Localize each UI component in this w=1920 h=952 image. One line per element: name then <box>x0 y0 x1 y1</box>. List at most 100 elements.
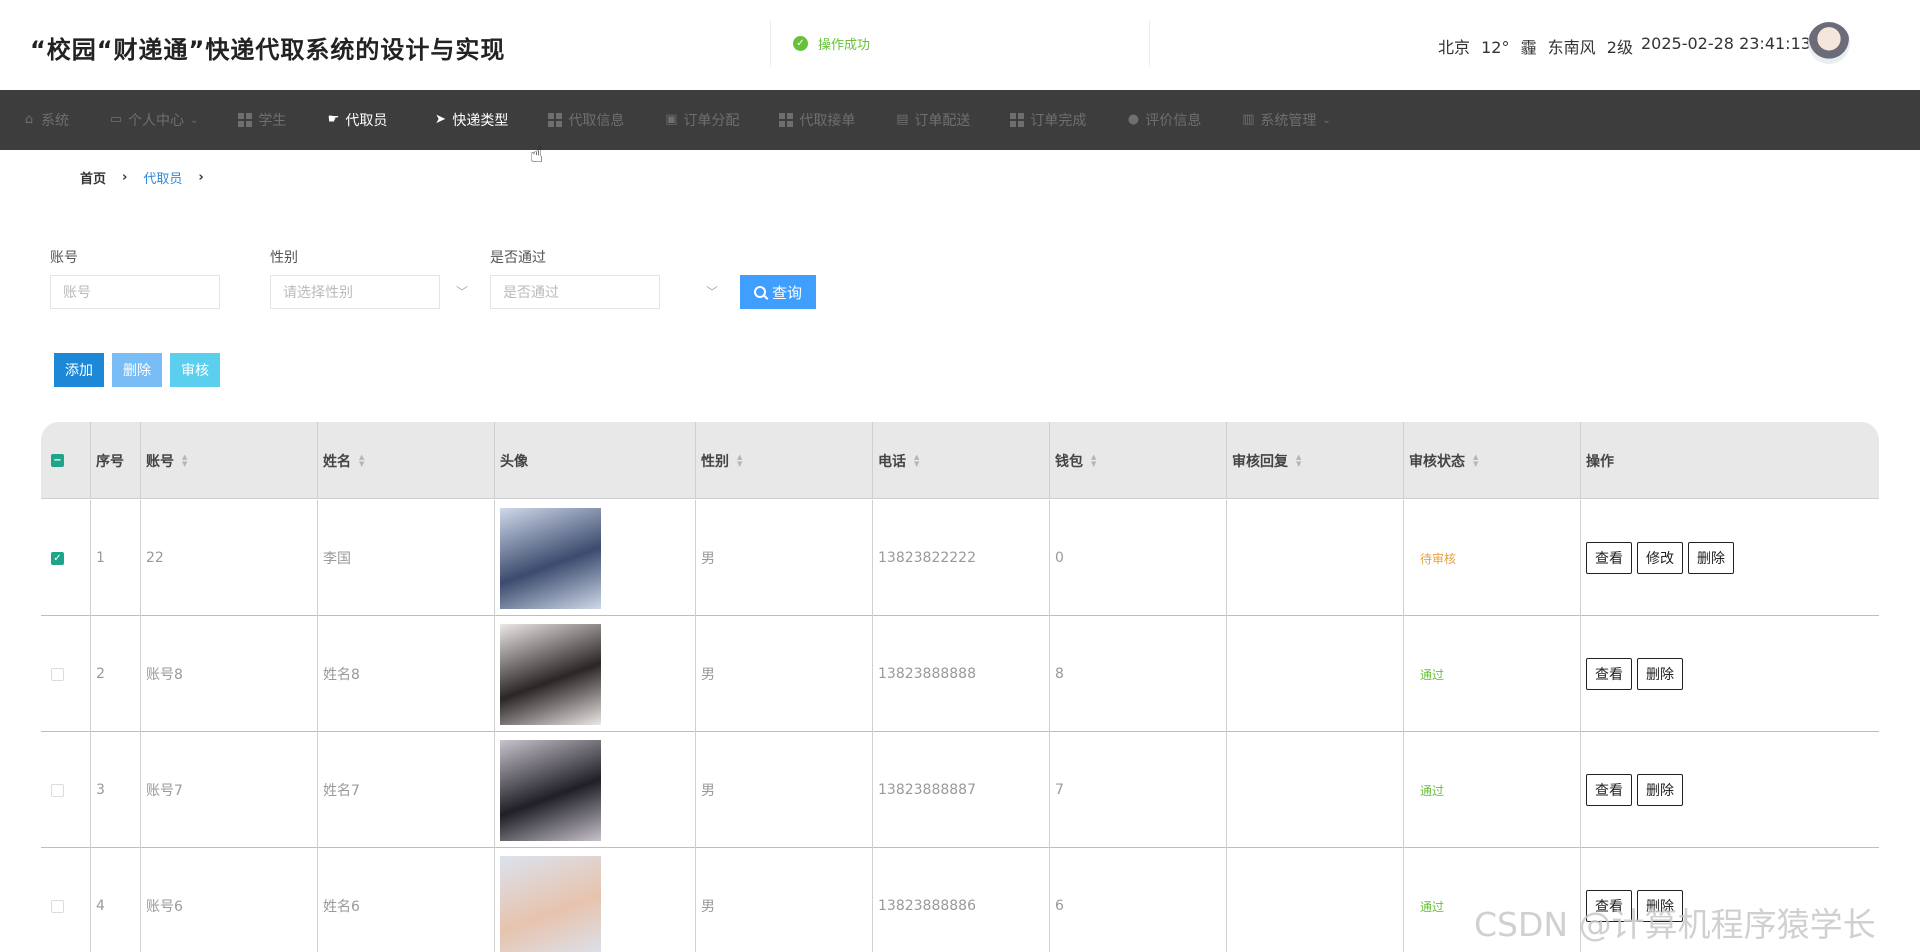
row-action-button[interactable]: 删除 <box>1688 542 1734 574</box>
nav-item-3[interactable]: ☛ 代取员 <box>326 90 388 150</box>
column-header-label: 钱包 <box>1055 453 1083 470</box>
nav-item-4[interactable]: ➤ 快递类型 <box>433 90 508 150</box>
avatar-photo[interactable] <box>500 739 601 841</box>
review-button[interactable]: 审核 <box>170 353 220 387</box>
nav-item-label: 学生 <box>258 113 287 129</box>
nav-item-8[interactable]: ▤ 订单配送 <box>895 90 970 150</box>
row-wallet: 8 <box>1055 666 1064 682</box>
row-checkbox[interactable] <box>51 899 64 913</box>
table-cell <box>1226 616 1403 732</box>
nav-item-5[interactable]: 代取信息 <box>548 90 624 150</box>
table-row: ✓ 1 22 李国 男 13823822222 0 待审核 查看 修改 删除 <box>41 500 1879 616</box>
nav-item-label: 个人中心 <box>128 113 184 129</box>
row-index: 4 <box>96 898 105 914</box>
home-icon: ⌂ <box>24 112 34 127</box>
row-action-button[interactable]: 查看 <box>1586 774 1632 806</box>
grid-icon <box>548 113 563 127</box>
column-header[interactable]: 审核回复 ▲ ▼ <box>1226 422 1403 499</box>
chevron-down-icon[interactable]: ﹀ <box>706 283 718 300</box>
add-button[interactable]: 添加 <box>54 353 104 387</box>
breadcrumb-current[interactable]: 代取员 <box>143 168 182 187</box>
column-header-label: 审核回复 <box>1232 453 1288 470</box>
table-row: 2 账号8 姓名8 男 13823888888 8 通过 查看 删除 <box>41 616 1879 732</box>
bar-chart-icon: ▥ <box>1242 112 1255 127</box>
nav-item-9[interactable]: 订单完成 <box>1010 90 1086 150</box>
row-gender: 男 <box>701 667 715 683</box>
file-icon: ▣ <box>665 112 678 127</box>
column-header[interactable]: 账号 ▲ ▼ <box>140 422 317 499</box>
row-gender: 男 <box>701 551 715 567</box>
table-cell: 姓名7 <box>317 732 494 848</box>
table-cell <box>41 616 90 732</box>
column-header-label: 操作 <box>1586 453 1614 470</box>
breadcrumb-home[interactable]: 首页 <box>80 168 106 187</box>
row-checkbox[interactable] <box>51 783 64 797</box>
chevron-down-icon: ⌄ <box>1322 114 1331 126</box>
current-datetime: 2025-02-28 23:41:13 <box>1641 34 1811 53</box>
column-header[interactable]: 审核状态 ▲ ▼ <box>1403 422 1580 499</box>
avatar-photo[interactable] <box>500 855 601 952</box>
row-wallet: 6 <box>1055 898 1064 914</box>
nav-item-label: 订单完成 <box>1030 113 1087 129</box>
row-action-button[interactable]: 查看 <box>1586 542 1632 574</box>
row-gender: 男 <box>701 783 715 799</box>
nav-item-label: 系统 <box>41 113 69 129</box>
table-cell: 李国 <box>317 500 494 616</box>
nav-item-11[interactable]: ▥ 系统管理 ⌄ <box>1241 90 1331 150</box>
paper-plane-icon: ➤ <box>434 112 446 127</box>
chevron-down-icon[interactable]: ﹀ <box>456 283 468 300</box>
row-checkbox[interactable]: ✓ <box>51 551 64 565</box>
nav-item-7[interactable]: 代取接单 <box>779 90 855 150</box>
column-header: 头像 <box>494 422 695 499</box>
table-cell: 8 <box>1049 616 1226 732</box>
nav-item-0[interactable]: ⌂ 系统 <box>22 90 69 150</box>
weather-wind: 东南风 <box>1547 38 1596 57</box>
row-name: 姓名8 <box>323 667 360 683</box>
nav-item-1[interactable]: ▭ 个人中心 ⌄ <box>109 90 199 150</box>
sort-icon[interactable]: ▲ ▼ <box>737 453 742 468</box>
sort-icon[interactable]: ▲ ▼ <box>1091 453 1096 468</box>
row-action-button[interactable]: 查看 <box>1586 658 1632 690</box>
nav-item-10[interactable]: ● 评价信息 <box>1126 90 1202 150</box>
column-header-label: 性别 <box>701 453 729 470</box>
row-action-button[interactable]: 删除 <box>1637 774 1683 806</box>
column-header-label: 审核状态 <box>1409 453 1465 470</box>
sort-icon[interactable]: ▲ ▼ <box>914 453 919 468</box>
column-header[interactable]: 姓名 ▲ ▼ <box>317 422 494 499</box>
row-wallet: 0 <box>1055 550 1064 566</box>
sort-icon[interactable]: ▲ ▼ <box>359 453 364 468</box>
search-button[interactable]: 查询 <box>740 275 816 309</box>
column-header[interactable]: 钱包 ▲ ▼ <box>1049 422 1226 499</box>
row-index: 1 <box>96 550 105 566</box>
gender-select[interactable]: 请选择性别 <box>270 275 440 309</box>
row-action-button[interactable]: 修改 <box>1637 542 1683 574</box>
avatar-photo[interactable] <box>500 623 601 725</box>
column-header[interactable]: 性别 ▲ ▼ <box>695 422 872 499</box>
search-button-label: 查询 <box>771 284 802 302</box>
row-phone: 13823822222 <box>878 550 976 566</box>
nav-item-6[interactable]: ▣ 订单分配 <box>664 90 739 150</box>
clipboard-icon: ▤ <box>896 112 909 127</box>
sort-icon[interactable]: ▲ ▼ <box>1296 453 1301 468</box>
batch-delete-button[interactable]: 删除 <box>112 353 162 387</box>
header-select-all[interactable]: − <box>41 422 90 499</box>
sort-icon[interactable]: ▲ ▼ <box>1473 453 1478 468</box>
row-name: 姓名6 <box>323 899 360 915</box>
column-header[interactable]: 电话 ▲ ▼ <box>872 422 1049 499</box>
nav-item-2[interactable]: 学生 <box>238 90 286 150</box>
weather-city: 北京 <box>1438 38 1471 57</box>
row-checkbox[interactable] <box>51 667 64 681</box>
table-cell: 姓名8 <box>317 616 494 732</box>
avatar-photo[interactable] <box>500 507 601 609</box>
hand-icon: ☛ <box>327 112 340 127</box>
row-action-button[interactable]: 删除 <box>1637 658 1683 690</box>
select-all-checkbox[interactable]: − <box>51 454 64 467</box>
row-phone: 13823888886 <box>878 898 976 914</box>
avatar[interactable] <box>1808 22 1850 64</box>
table-cell: 4 <box>90 848 140 952</box>
approved-select[interactable]: 是否通过 <box>490 275 660 309</box>
account-input[interactable]: 账号 <box>50 275 220 309</box>
sort-icon[interactable]: ▲ ▼ <box>182 453 187 468</box>
table-cell: 账号7 <box>140 732 317 848</box>
nav-item-label: 快递类型 <box>452 113 509 129</box>
